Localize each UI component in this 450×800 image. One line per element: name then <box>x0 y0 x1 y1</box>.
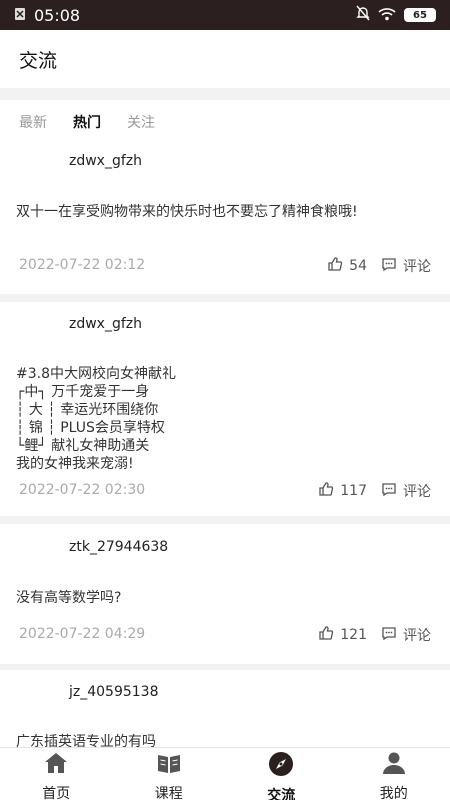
nav-community-label: 交流 <box>267 788 296 800</box>
post-date: 2022-07-22 02:30 <box>19 482 146 498</box>
comment-icon[interactable] <box>381 625 397 645</box>
post-content: 没有高等数学吗? <box>16 590 122 606</box>
nav-profile[interactable]: 我的 <box>338 748 450 800</box>
nav-profile-label: 我的 <box>379 786 408 800</box>
page-header: 交流 <box>0 30 450 88</box>
post-username[interactable]: zdwx_gfzh <box>69 153 142 169</box>
post-card[interactable]: ztk_27944638 没有高等数学吗? 2022-07-22 04:29 1… <box>0 524 450 664</box>
post-date: 2022-07-22 04:29 <box>19 626 146 642</box>
comment-label[interactable]: 评论 <box>403 625 431 645</box>
post-date: 2022-07-22 02:12 <box>19 257 146 273</box>
bottom-nav: 首页 课程 交流 我的 <box>0 747 450 800</box>
post-card[interactable]: jz_40595138 广东插英语专业的有吗 <box>0 670 450 747</box>
notification-icon <box>14 6 26 25</box>
tab-following[interactable]: 关注 <box>127 112 155 132</box>
post-content: 双十一在享受购物带来的快乐时也不要忘了精神食粮哦! <box>16 204 358 220</box>
book-icon <box>156 751 182 779</box>
thumbs-up-icon[interactable] <box>318 625 334 645</box>
post-actions: 121 评论 <box>318 625 431 645</box>
like-count: 117 <box>340 483 367 499</box>
post-username[interactable]: zdwx_gfzh <box>69 316 142 332</box>
home-icon <box>43 751 69 779</box>
comment-icon[interactable] <box>381 481 397 501</box>
thumbs-up-icon[interactable] <box>318 481 334 501</box>
post-actions: 117 评论 <box>318 481 431 501</box>
post-username[interactable]: ztk_27944638 <box>69 539 168 555</box>
tab-latest[interactable]: 最新 <box>19 112 47 132</box>
post-content: 广东插英语专业的有吗 <box>16 734 156 747</box>
post-card[interactable]: zdwx_gfzh #3.8中大网校向女神献礼 ┌中┐ 万千宠爱于一身 ┆ 大 … <box>0 302 450 516</box>
thumbs-up-icon[interactable] <box>327 256 343 276</box>
battery-indicator: 65 <box>404 8 436 22</box>
comment-label[interactable]: 评论 <box>403 256 431 276</box>
filter-tabs: 最新 热门 关注 <box>0 100 450 144</box>
user-icon <box>381 751 407 779</box>
mute-icon <box>356 5 370 25</box>
status-bar: 05:08 65 <box>0 0 450 30</box>
post-content: #3.8中大网校向女神献礼 ┌中┐ 万千宠爱于一身 ┆ 大 ┆ 幸运光环围绕你 … <box>16 366 176 472</box>
nav-courses-label: 课程 <box>154 786 183 800</box>
nav-courses[interactable]: 课程 <box>113 748 226 800</box>
status-time: 05:08 <box>34 5 81 25</box>
post-actions: 54 评论 <box>327 256 431 276</box>
comment-icon[interactable] <box>381 256 397 276</box>
like-count: 121 <box>340 627 367 643</box>
nav-home-label: 首页 <box>42 786 71 800</box>
nav-community[interactable]: 交流 <box>225 748 338 800</box>
compass-icon <box>266 751 296 781</box>
page-title: 交流 <box>19 49 58 72</box>
wifi-icon <box>378 6 396 25</box>
tab-hot[interactable]: 热门 <box>73 112 101 132</box>
like-count: 54 <box>349 258 367 274</box>
post-card[interactable]: zdwx_gfzh 双十一在享受购物带来的快乐时也不要忘了精神食粮哦! 2022… <box>0 144 450 294</box>
nav-home[interactable]: 首页 <box>0 748 113 800</box>
post-username[interactable]: jz_40595138 <box>69 684 159 700</box>
comment-label[interactable]: 评论 <box>403 481 431 501</box>
